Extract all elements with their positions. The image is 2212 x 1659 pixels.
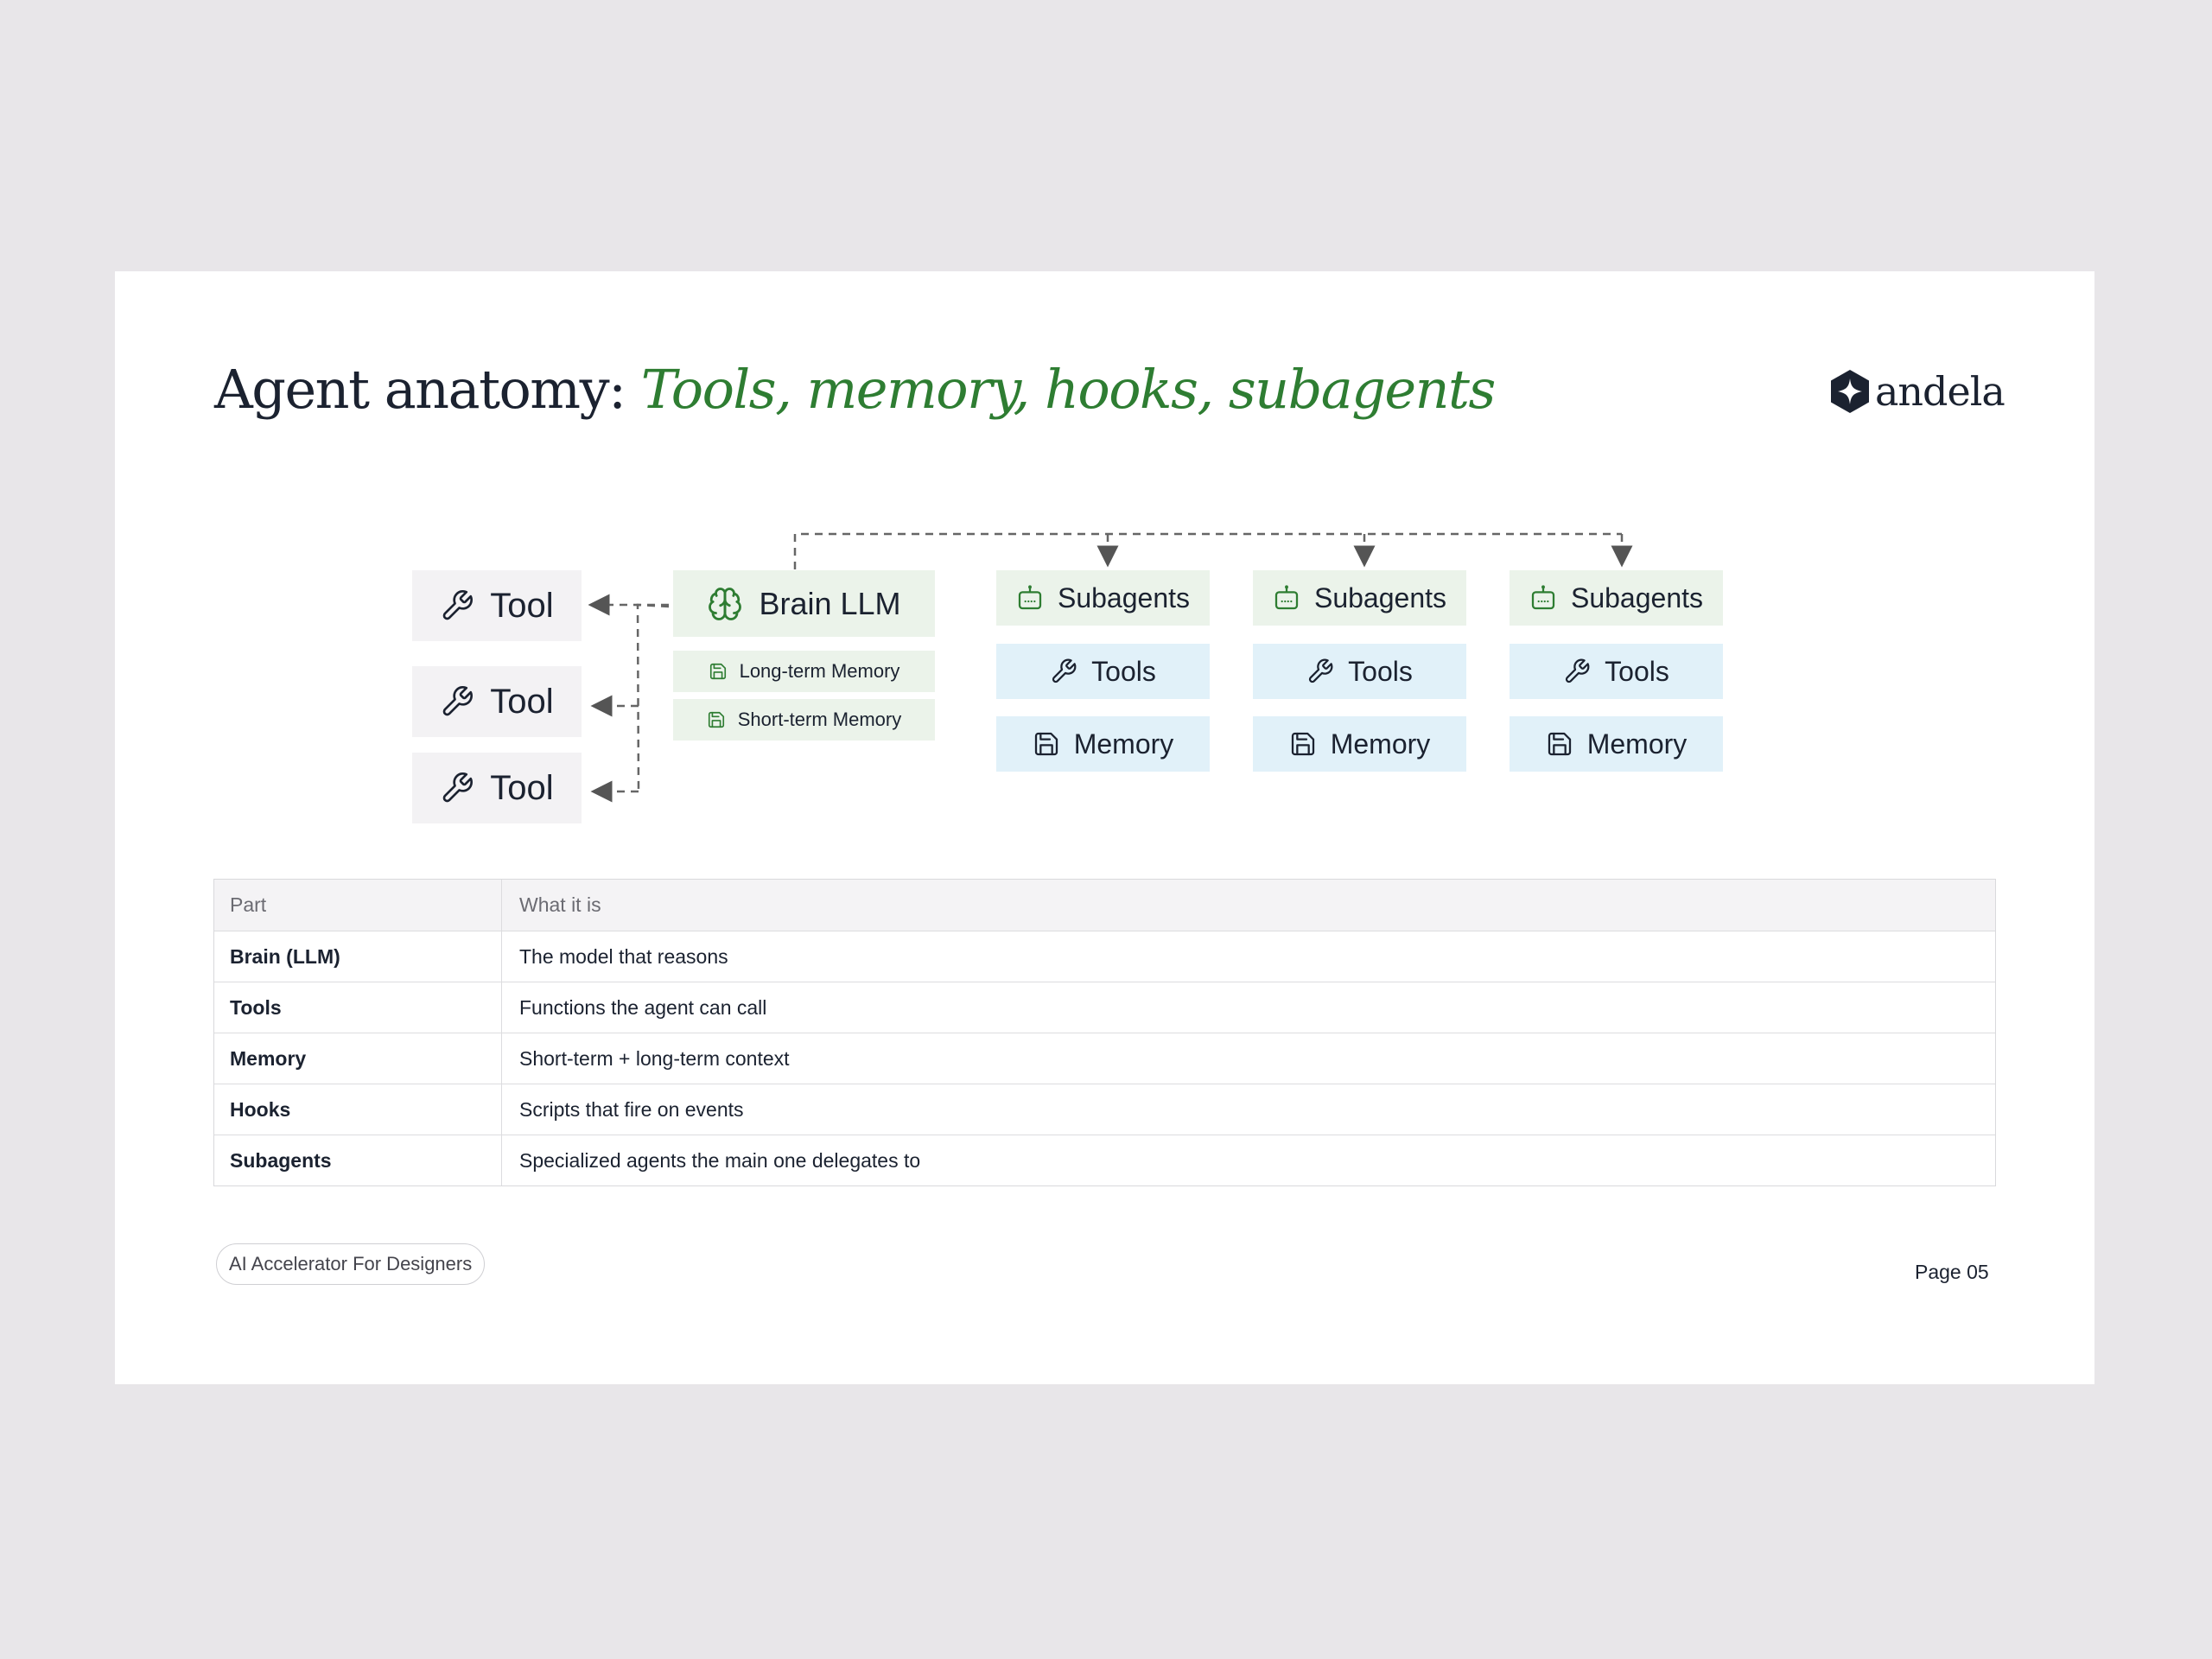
memory-label: Memory: [1073, 728, 1174, 760]
table-header-cell: What it is: [519, 893, 601, 916]
brain-to-tools-connector: [636, 603, 670, 792]
memory-box: Memory: [996, 716, 1210, 772]
memory-label: Memory: [1330, 728, 1431, 760]
brain-icon: [709, 587, 742, 620]
floppy-disk-icon: [709, 663, 726, 680]
page-number: Page 05: [1915, 1261, 1989, 1283]
brain-llm-box: Brain LLM: [673, 570, 935, 637]
tool-label: Tool: [490, 586, 554, 625]
short-term-memory-label: Short-term Memory: [737, 709, 902, 730]
tools-box: Tools: [1510, 644, 1723, 699]
table-row: Hooks Scripts that fire on events: [214, 1084, 1995, 1135]
floppy-disk-icon: [1291, 732, 1314, 756]
long-term-memory-label: Long-term Memory: [739, 660, 900, 682]
tools-label: Tools: [1348, 655, 1413, 687]
wrench-icon: [442, 772, 474, 803]
robot-icon: [1018, 585, 1042, 610]
tools-label: Tools: [1605, 655, 1669, 687]
wrench-icon: [442, 686, 474, 716]
tools-box: Tools: [996, 644, 1210, 699]
subagents-box: Subagents: [1510, 570, 1723, 626]
subagents-label: Subagents: [1313, 582, 1446, 613]
table-row: Subagents Specialized agents the main on…: [214, 1135, 1995, 1185]
table-cell-part: Hooks: [214, 1084, 502, 1135]
footer-tag: AI Accelerator For Designers: [216, 1243, 486, 1285]
brain-to-subagents-connector: [793, 532, 1622, 569]
table-cell-description: Short-term + long-term context: [519, 1046, 790, 1070]
table-cell-description: Specialized agents the main one delegate…: [519, 1148, 921, 1172]
table-header-row: Part What it is: [214, 880, 1995, 931]
tool-box: Tool: [412, 666, 582, 737]
subagents-box: Subagents: [996, 570, 1210, 626]
wrench-icon: [1052, 658, 1077, 683]
subagents-box: Subagents: [1253, 570, 1466, 626]
table-row: Brain (LLM) The model that reasons: [214, 931, 1995, 982]
table-cell-description: Functions the agent can call: [519, 995, 767, 1019]
table-cell-part: Brain (LLM): [214, 931, 502, 982]
tool-label: Tool: [490, 768, 554, 807]
memory-box: Memory: [1253, 716, 1466, 772]
robot-icon: [1531, 585, 1555, 610]
brain-llm-label: Brain LLM: [759, 585, 901, 621]
table-cell-part: Memory: [214, 1033, 502, 1084]
tools-label: Tools: [1091, 655, 1156, 687]
anatomy-table: Part What it is Brain (LLM) The model th…: [213, 879, 1996, 1186]
long-term-memory-box: Long-term Memory: [673, 651, 935, 692]
subagents-label: Subagents: [1057, 582, 1190, 613]
tool-box: Tool: [412, 570, 582, 641]
table-cell-part: Tools: [214, 982, 502, 1033]
table-row: Tools Functions the agent can call: [214, 982, 1995, 1033]
table-row: Memory Short-term + long-term context: [214, 1033, 1995, 1084]
floppy-disk-icon: [1548, 732, 1571, 756]
table-cell-part: Subagents: [214, 1135, 502, 1185]
memory-label: Memory: [1586, 728, 1688, 760]
tool-label: Tool: [490, 682, 554, 721]
floppy-disk-icon: [1034, 732, 1058, 756]
tool-box: Tool: [412, 753, 582, 823]
table-header-cell: Part: [214, 880, 502, 931]
table-cell-description: Scripts that fire on events: [519, 1097, 744, 1121]
short-term-memory-box: Short-term Memory: [673, 699, 935, 741]
memory-box: Memory: [1510, 716, 1723, 772]
floppy-disk-icon: [708, 711, 724, 728]
wrench-icon: [442, 590, 474, 620]
subagents-label: Subagents: [1570, 582, 1703, 613]
wrench-icon: [1309, 658, 1333, 683]
wrench-icon: [1566, 658, 1590, 683]
robot-icon: [1274, 585, 1299, 610]
tools-box: Tools: [1253, 644, 1466, 699]
slide: Agent anatomy: Tools, memory, hooks, sub…: [115, 271, 2094, 1384]
table-cell-description: The model that reasons: [519, 944, 728, 968]
